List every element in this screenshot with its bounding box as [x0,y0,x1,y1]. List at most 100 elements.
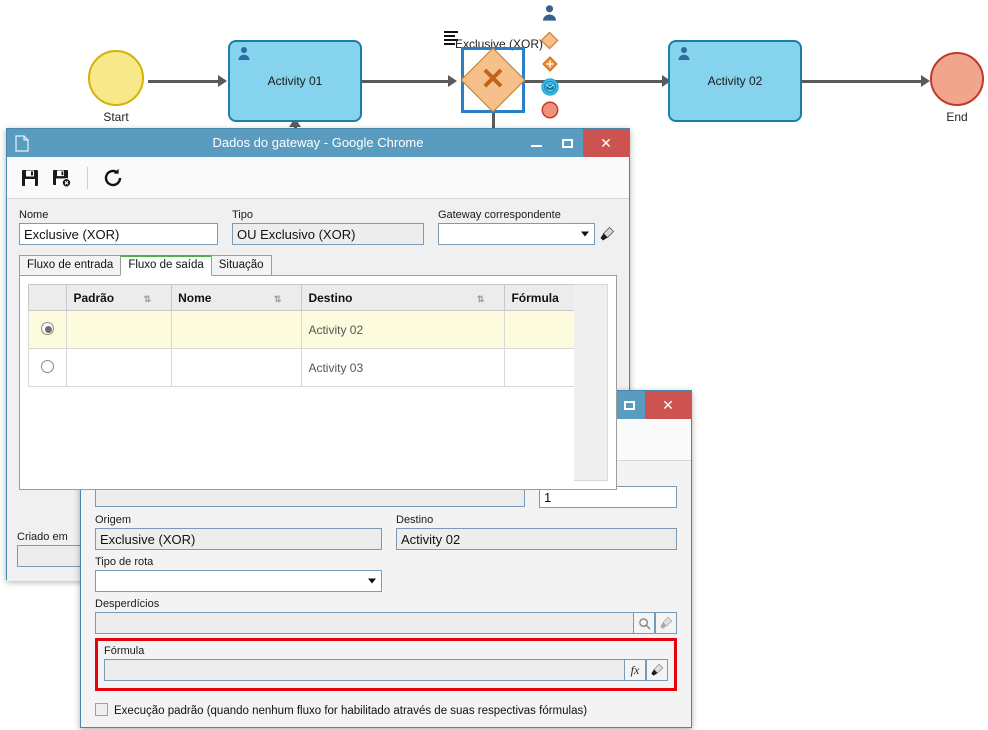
fx-icon[interactable]: fx [624,659,646,681]
close-button[interactable]: ✕ [645,391,691,419]
sort-icon: ⇅ [476,293,485,304]
gateway-top-fields: Nome Tipo Gateway correspondente [19,209,617,245]
execucao-padrao-checkbox[interactable] [95,703,108,716]
palette-message-event-icon[interactable] [541,78,559,101]
table-row[interactable]: Activity 02 [27,310,608,349]
user-task-icon [236,46,252,67]
sort-icon: ⇅ [273,293,282,304]
fx-label: fx [630,662,640,677]
gateway-correspondente-label: Gateway correspondente [437,209,561,221]
cell-padrao [66,348,173,387]
cell-padrao [66,310,173,349]
maximize-button[interactable] [614,391,645,419]
sort-icon: ⇅ [143,293,152,304]
execucao-padrao-label: Execução padrão (quando nenhum fluxo for… [114,705,588,717]
gateway-dialog-titlebar[interactable]: Dados do gateway - Google Chrome ✕ [7,129,629,157]
palette-user-task-icon[interactable] [540,4,559,28]
nome-input[interactable] [19,223,218,245]
row-radio-cell[interactable] [27,348,68,387]
formula-field-highlight: Fórmula fx [95,638,677,691]
connector-activity02-end [802,80,924,83]
chevron-down-icon [368,578,376,584]
magnifier-icon[interactable] [633,612,655,634]
refresh-button[interactable] [100,165,126,191]
gateway-tabs: Fluxo de entrada Fluxo de saída Situação [19,255,617,276]
end-event-label: End [946,110,968,124]
row-radio-cell[interactable] [27,310,68,349]
arrowhead-activity01 [218,75,227,87]
field-gateway-correspondente: Gateway correspondente [437,209,617,245]
activity-02[interactable]: Activity 02 [668,40,802,122]
save-button[interactable] [17,165,43,191]
th-nome[interactable]: Nome ⇅ [171,284,303,311]
cell-destino: Activity 03 [301,348,506,387]
gateway-window-controls: ✕ [521,129,629,157]
origem-input[interactable] [95,528,382,550]
fluxo-saida-table: Padrão⇅ Nome⇅ Destino⇅ Fórmula⇅ Activity… [27,284,608,387]
table-header-row: Padrão⇅ Nome⇅ Destino⇅ Fórmula⇅ [27,284,608,311]
field-nome: Nome [19,209,218,245]
desperdicios-label: Desperdícios [95,598,160,610]
palette-end-event-icon[interactable] [541,101,559,124]
row-radio-button[interactable] [41,321,55,335]
start-event[interactable] [88,50,144,106]
execucao-padrao-row[interactable]: Execução padrão (quando nenhum fluxo for… [95,703,677,717]
start-event-label: Start [103,110,129,124]
end-event[interactable] [930,52,984,106]
cell-nome [171,348,303,387]
destino-label: Destino [396,514,434,526]
chevron-down-icon [581,231,589,237]
row-radio-button[interactable] [41,359,55,373]
th-destino[interactable]: Destino ⇅ [301,284,506,311]
destino-input[interactable] [396,528,677,550]
tipo-de-rota-label: Tipo de rota [95,556,154,568]
tipo-input[interactable] [231,223,424,245]
th-select [27,284,68,311]
field-desperdicios: Desperdícios [95,598,677,634]
field-tipo-de-rota: Tipo de rota [95,556,382,592]
gateway-x-symbol: ✕ [480,63,506,96]
toolbar-separator [87,166,88,189]
brush-icon[interactable] [655,612,677,634]
tipo-de-rota-select[interactable] [95,570,382,592]
field-origem: Origem [95,514,382,550]
activity-01-label: Activity 01 [267,74,323,88]
connector-start-activity01 [148,80,220,83]
brush-icon[interactable] [646,659,668,681]
cell-nome [171,310,303,349]
save-close-button[interactable] [49,165,75,191]
screen: Start Activity 01 Exclusive (XOR) ✕ Acti… [0,0,988,730]
gateway-correspondente-select[interactable] [437,223,595,245]
tab-fluxo-de-saida[interactable]: Fluxo de saída [120,255,212,276]
clear-brush-icon[interactable] [597,223,617,245]
tab-situacao[interactable]: Situação [210,255,272,276]
gateway-exclusive[interactable]: ✕ [460,47,526,113]
connector-activity01-gateway [362,80,450,83]
formula-label: Fórmula [104,645,145,657]
flow-row-origem-destino: Origem Destino [95,514,677,550]
field-destino: Destino [396,514,677,550]
grid-action-sidebar [574,284,608,481]
maximize-button[interactable] [552,129,583,157]
flow-dialog-body: Nome Ordem✻ Origem Destino [81,461,691,727]
tab-fluxo-de-entrada[interactable]: Fluxo de entrada [19,255,122,276]
desperdicios-input[interactable] [95,612,633,634]
arrowhead-gateway [448,75,457,87]
close-button[interactable]: ✕ [583,129,629,157]
fluxo-de-saida-panel: Padrão⇅ Nome⇅ Destino⇅ Fórmula⇅ Activity… [19,275,617,490]
palette-gateway-diamond-icon[interactable] [539,30,560,56]
tipo-label: Tipo [231,209,253,221]
activity-02-label: Activity 02 [707,74,763,88]
cell-destino: Activity 02 [301,310,506,349]
arrowhead-end [921,75,930,87]
minimize-button[interactable] [521,129,552,157]
th-padrao[interactable]: Padrão ⇅ [66,284,173,311]
origem-label: Origem [95,514,132,526]
formula-input[interactable] [104,659,624,681]
field-tipo: Tipo [231,209,424,245]
activity-01[interactable]: Activity 01 [228,40,362,122]
palette-gateway-plus-icon[interactable] [541,55,559,78]
table-row[interactable]: Activity 03 [27,348,608,387]
nome-label: Nome [19,209,49,221]
gateway-toolbar [7,157,629,199]
